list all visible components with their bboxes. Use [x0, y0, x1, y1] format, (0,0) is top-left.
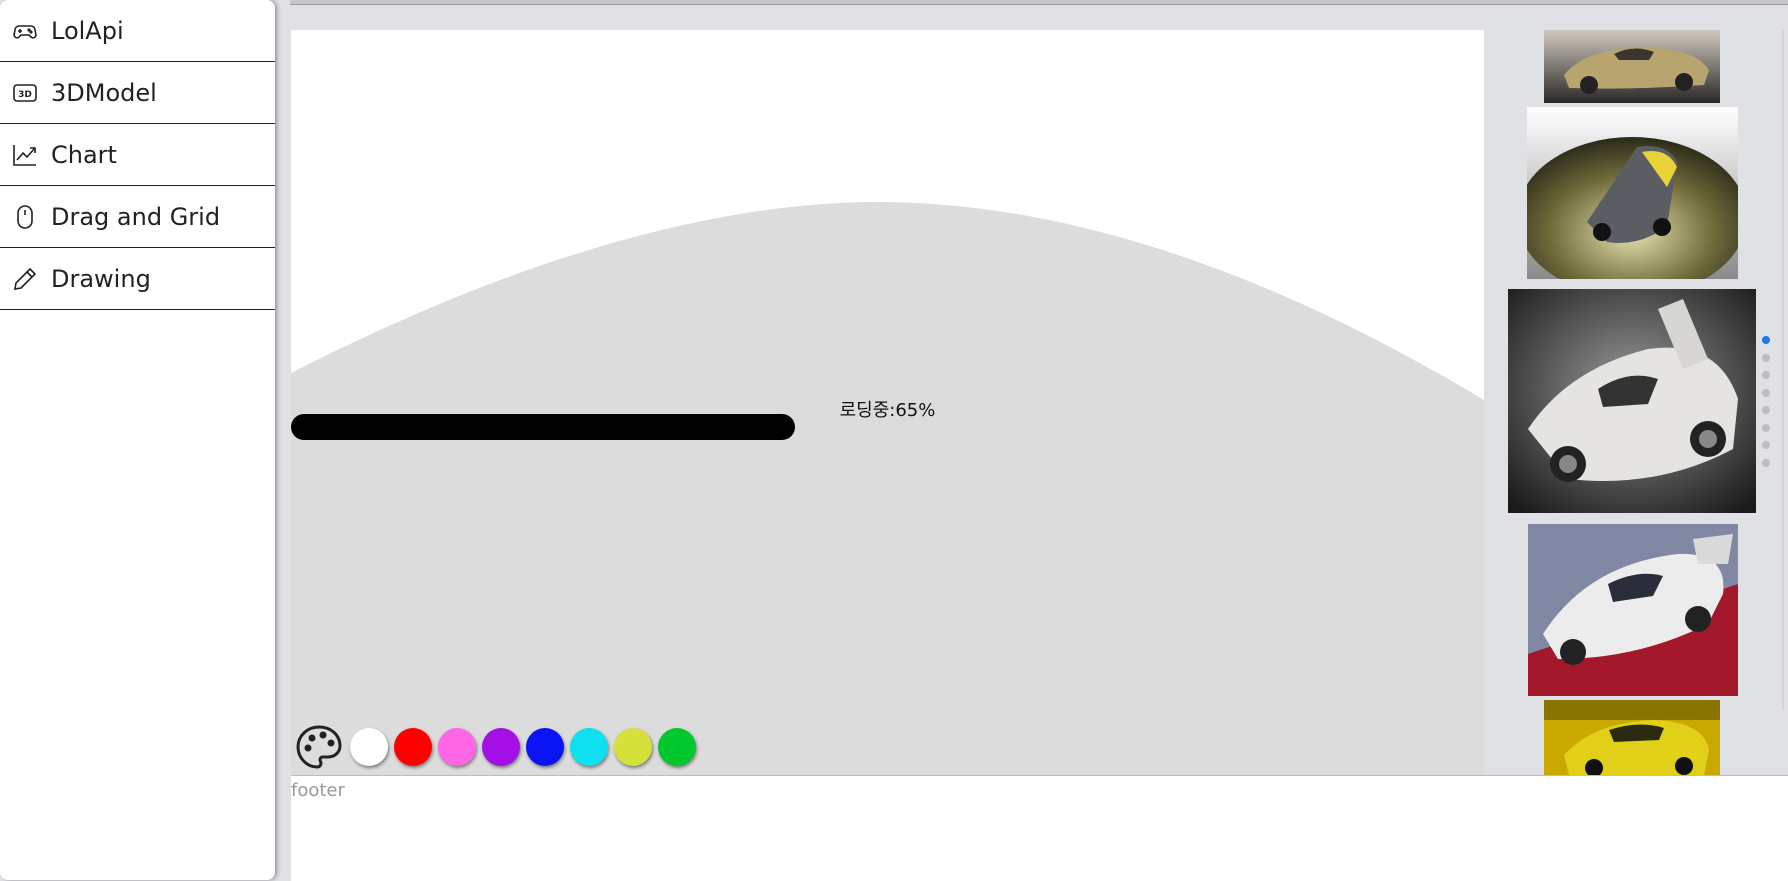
- car-thumbnail-white-supercar[interactable]: [1508, 289, 1756, 513]
- sidebar-item-drawing[interactable]: Drawing: [0, 248, 275, 310]
- sidebar-item-lolapi[interactable]: LolApi: [0, 0, 275, 62]
- sidebar-item-3dmodel[interactable]: 3D 3DModel: [0, 62, 275, 124]
- color-swatch[interactable]: [482, 728, 520, 766]
- pagination-dot[interactable]: [1762, 336, 1770, 344]
- color-palette: [296, 722, 702, 772]
- sidebar-item-label: Drag and Grid: [51, 202, 221, 231]
- image-gallery[interactable]: [1484, 30, 1778, 775]
- pagination-dot[interactable]: [1762, 406, 1770, 414]
- car-thumbnail-yellow-racer[interactable]: [1527, 107, 1738, 279]
- pagination-dot[interactable]: [1762, 423, 1770, 432]
- 3d-icon: 3D: [12, 80, 38, 106]
- color-swatch[interactable]: [394, 728, 432, 766]
- color-swatch[interactable]: [438, 728, 476, 766]
- palette-icon[interactable]: [296, 724, 342, 770]
- sidebar-item-drag-and-grid[interactable]: Drag and Grid: [0, 186, 275, 248]
- car-thumbnail-yellow-sports-car[interactable]: [1544, 700, 1720, 775]
- sidebar-item-label: LolApi: [51, 16, 124, 45]
- color-swatch[interactable]: [526, 728, 564, 766]
- pagination-dot[interactable]: [1762, 388, 1770, 397]
- pagination-dot[interactable]: [1762, 371, 1770, 379]
- color-swatch[interactable]: [570, 728, 608, 766]
- gallery-pagination: [1762, 336, 1770, 476]
- sidebar-item-label: Drawing: [51, 264, 151, 293]
- top-bar: [290, 0, 1788, 5]
- sidebar: LolApi 3D 3DModel Chart Drag and Grid Dr…: [0, 0, 275, 880]
- pagination-dot[interactable]: [1762, 353, 1770, 362]
- scrollbar[interactable]: [1782, 30, 1784, 710]
- loading-progress-bar: [291, 414, 1066, 440]
- car-thumbnail-gold-roadster[interactable]: [1544, 30, 1720, 103]
- sidebar-item-label: Chart: [51, 140, 117, 169]
- pagination-dot[interactable]: [1762, 441, 1770, 449]
- color-swatch[interactable]: [614, 728, 652, 766]
- line-chart-icon: [12, 142, 38, 168]
- pagination-dot[interactable]: [1762, 458, 1770, 467]
- sidebar-item-chart[interactable]: Chart: [0, 124, 275, 186]
- footer-text: footer: [291, 780, 345, 801]
- gamepad-icon: [12, 18, 38, 44]
- color-swatch[interactable]: [350, 728, 388, 766]
- svg-text:3D: 3D: [18, 90, 32, 100]
- drawing-canvas[interactable]: 로딩중:65%: [291, 30, 1484, 775]
- footer: footer: [291, 775, 1788, 881]
- loading-progress-fill: [291, 414, 795, 440]
- pencil-icon: [12, 266, 38, 292]
- color-swatches: [350, 728, 702, 766]
- sidebar-item-label: 3DModel: [51, 78, 157, 107]
- car-thumbnail-white-race-car[interactable]: [1528, 524, 1738, 696]
- mouse-icon: [12, 204, 38, 230]
- color-swatch[interactable]: [658, 728, 696, 766]
